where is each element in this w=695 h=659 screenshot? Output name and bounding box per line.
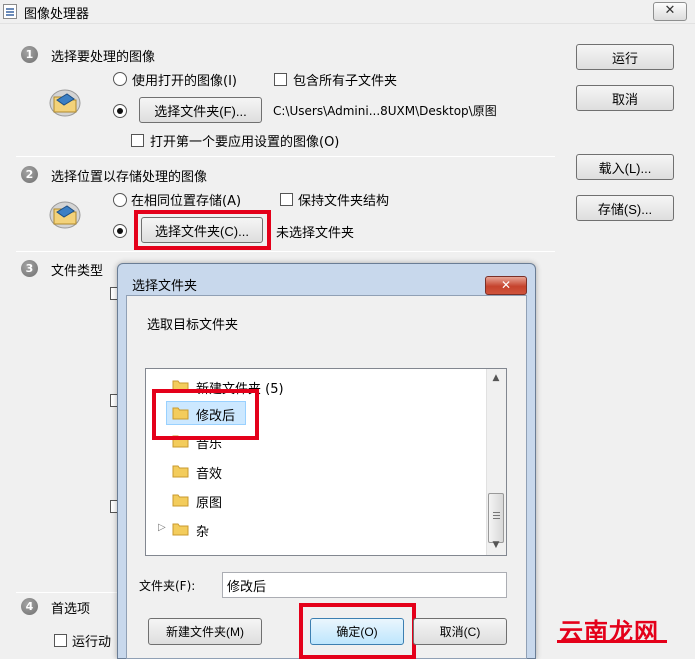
keep-structure-checkbox[interactable] — [280, 193, 293, 206]
step-separator — [16, 251, 555, 252]
step-separator — [16, 592, 117, 593]
scroll-thumb[interactable] — [488, 493, 504, 543]
highlight-box — [134, 210, 271, 250]
folder-image-icon — [49, 89, 81, 117]
window-title: 图像处理器 — [24, 7, 90, 22]
step-2-number: 2 — [21, 166, 38, 183]
save-same-location-label: 在相同位置存储(A) — [131, 194, 242, 209]
folder-name-input[interactable] — [222, 572, 507, 598]
tree-item-label: 音效 — [196, 467, 223, 482]
tree-item[interactable]: ▷ 杂 — [146, 518, 484, 542]
step-1-heading: 选择要处理的图像 — [51, 50, 156, 65]
dialog-title: 选择文件夹 — [132, 279, 198, 294]
scroll-up-icon[interactable]: ▲ — [487, 370, 505, 387]
scroll-down-icon[interactable]: ▼ — [487, 537, 505, 554]
tree-item[interactable]: 音效 — [146, 460, 484, 484]
new-folder-button[interactable]: 新建文件夹(M) — [148, 618, 262, 645]
step-1-number: 1 — [21, 46, 38, 63]
dialog-prompt: 选取目标文件夹 — [147, 318, 239, 333]
highlight-box — [152, 389, 259, 440]
open-first-image-label: 打开第一个要应用设置的图像(O) — [150, 135, 340, 150]
tree-item[interactable]: 原图 — [146, 489, 484, 513]
tree-item-label: 杂 — [196, 525, 210, 540]
use-open-images-radio[interactable] — [113, 72, 127, 86]
run-action-checkbox[interactable] — [54, 634, 67, 647]
run-action-label: 运行动 — [72, 635, 112, 650]
select-source-folder-radio[interactable] — [113, 104, 127, 118]
cancel-button[interactable]: 取消 — [576, 85, 674, 111]
no-folder-selected-label: 未选择文件夹 — [276, 226, 355, 241]
save-same-location-radio[interactable] — [113, 193, 127, 207]
select-dest-folder-radio[interactable] — [113, 224, 127, 238]
tree-scrollbar[interactable]: ▲ ▼ — [486, 369, 506, 555]
dialog-close-button[interactable]: ✕ — [485, 276, 527, 295]
keep-structure-label: 保持文件夹结构 — [298, 194, 390, 209]
highlight-box — [299, 603, 416, 659]
folder-icon — [172, 523, 189, 536]
source-folder-path: C:\Users\Admini...8UXM\Desktop\原图 — [273, 104, 497, 118]
include-subfolders-label: 包含所有子文件夹 — [293, 74, 398, 89]
watermark-underline — [557, 640, 667, 643]
expand-arrow-icon[interactable]: ▷ — [158, 522, 166, 533]
tree-item-label: 原图 — [196, 496, 223, 511]
include-subfolders-checkbox[interactable] — [274, 73, 287, 86]
step-3-number: 3 — [21, 260, 38, 277]
step-4-heading: 首选项 — [51, 602, 91, 617]
folder-field-label: 文件夹(F): — [139, 579, 196, 593]
step-2-heading: 选择位置以存储处理的图像 — [51, 170, 208, 185]
folder-icon — [172, 465, 189, 478]
open-first-image-checkbox[interactable] — [131, 134, 144, 147]
step-4-number: 4 — [21, 598, 38, 615]
window-close-button[interactable]: ✕ — [653, 2, 687, 21]
window-titlebar — [0, 0, 695, 24]
folder-icon — [172, 494, 189, 507]
step-separator — [16, 156, 555, 157]
step-3-heading: 文件类型 — [51, 264, 104, 279]
load-button[interactable]: 载入(L)... — [576, 154, 674, 180]
use-open-images-label: 使用打开的图像(I) — [132, 74, 237, 89]
folder-image-icon — [49, 201, 81, 229]
save-settings-button[interactable]: 存储(S)... — [576, 195, 674, 221]
app-window-icon — [3, 4, 17, 19]
dialog-cancel-button[interactable]: 取消(C) — [413, 618, 507, 645]
select-source-folder-button[interactable]: 选择文件夹(F)... — [139, 97, 262, 123]
run-button[interactable]: 运行 — [576, 44, 674, 70]
